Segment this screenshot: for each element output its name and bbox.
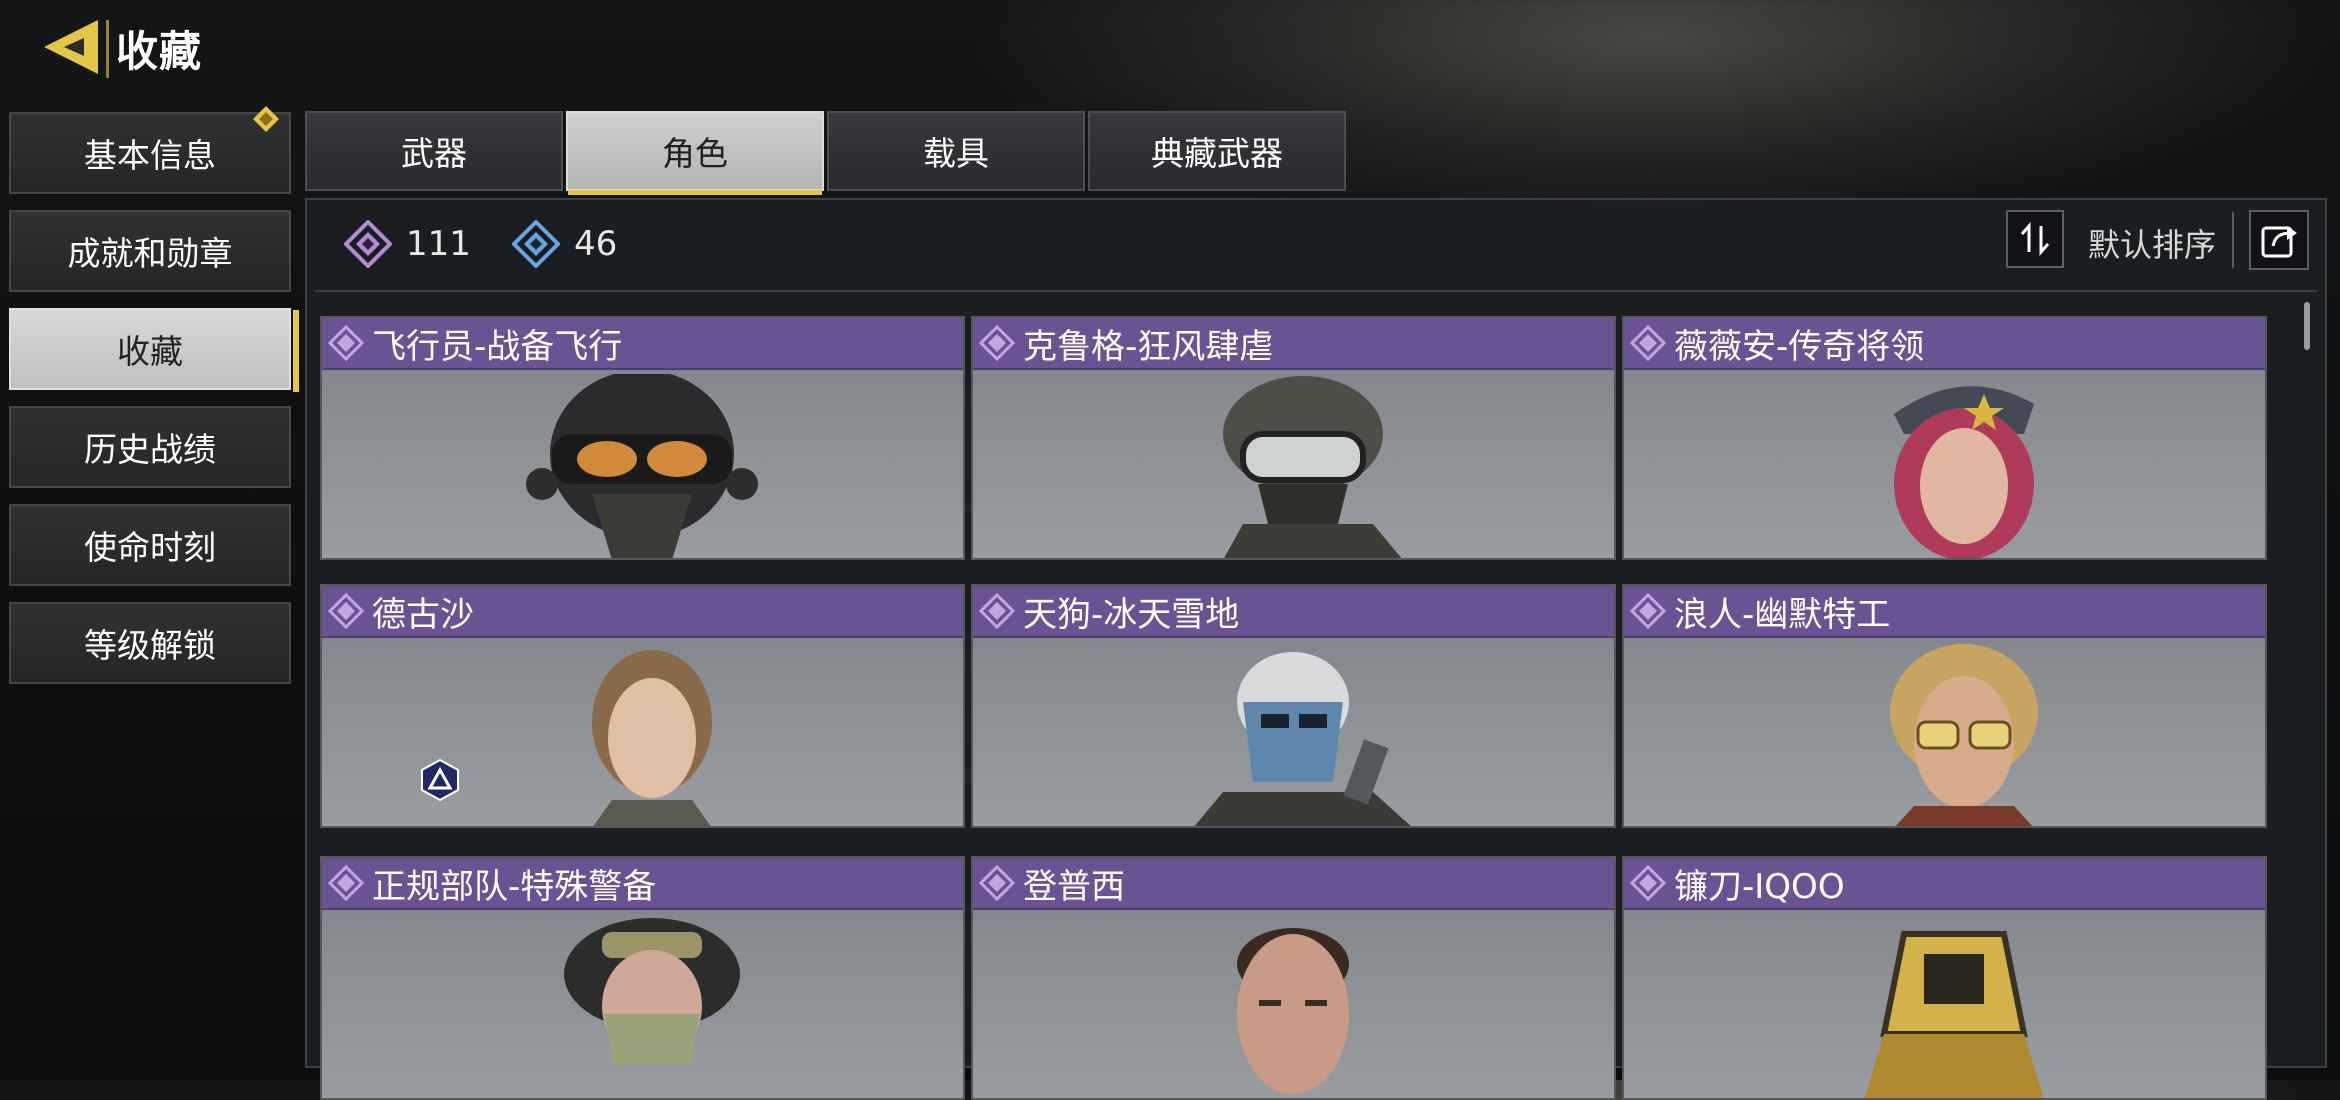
tab-label: 角色 bbox=[662, 134, 728, 173]
sort-label[interactable]: 默认排序 bbox=[2088, 220, 2216, 266]
rarity-diamond-icon bbox=[979, 325, 1015, 361]
page-title: 收藏 bbox=[116, 27, 203, 76]
card-header: 克鲁格-狂风肆虐 bbox=[973, 318, 1614, 370]
rarity-diamond-icon bbox=[1630, 865, 1666, 901]
rarity-diamond-icon bbox=[1630, 593, 1666, 629]
character-card[interactable]: 德古沙 bbox=[320, 584, 965, 828]
card-name: 正规部队-特殊警备 bbox=[372, 866, 657, 907]
purple-diamond-icon bbox=[344, 220, 392, 268]
tier-badge-icon bbox=[421, 758, 459, 802]
sidebar-item-collection[interactable]: 收藏 bbox=[9, 308, 299, 392]
card-name: 镰刀-IQOO bbox=[1674, 866, 1845, 907]
tab-label: 典藏武器 bbox=[1151, 134, 1283, 173]
card-header: 镰刀-IQOO bbox=[1624, 858, 2265, 910]
character-portrait-tengu bbox=[1194, 652, 1411, 826]
character-card[interactable]: 登普西 bbox=[971, 856, 1616, 1100]
card-header: 飞行员-战备飞行 bbox=[322, 318, 963, 370]
sidebar-item-achievements[interactable]: 成就和勋章 bbox=[9, 210, 291, 292]
tab-characters[interactable]: 角色 bbox=[566, 111, 824, 195]
currency-value: 111 bbox=[406, 224, 471, 264]
sidebar-item-label: 使命时刻 bbox=[84, 528, 216, 567]
rarity-diamond-icon bbox=[328, 593, 364, 629]
card-name: 飞行员-战备飞行 bbox=[372, 326, 623, 367]
card-header: 薇薇安-传奇将领 bbox=[1624, 318, 2265, 370]
rarity-diamond-icon bbox=[1630, 325, 1666, 361]
rarity-diamond-icon bbox=[328, 325, 364, 361]
character-card[interactable]: 正规部队-特殊警备 bbox=[320, 856, 965, 1100]
character-portrait-dempsey bbox=[1237, 928, 1349, 1094]
blue-diamond-icon bbox=[512, 220, 560, 268]
sidebar-item-mission-moments[interactable]: 使命时刻 bbox=[9, 504, 291, 586]
sidebar-item-label: 等级解锁 bbox=[84, 626, 216, 665]
tab-label: 载具 bbox=[923, 134, 989, 173]
sidebar-item-label: 收藏 bbox=[117, 332, 183, 371]
character-card[interactable]: 天狗-冰天雪地 bbox=[971, 584, 1616, 828]
character-card[interactable]: 薇薇安-传奇将领 bbox=[1622, 316, 2267, 560]
card-name: 德古沙 bbox=[372, 594, 474, 635]
share-button[interactable] bbox=[2249, 210, 2309, 270]
panel-divider bbox=[315, 290, 2317, 292]
card-header: 德古沙 bbox=[322, 586, 963, 638]
currency-blue: 46 bbox=[512, 220, 617, 268]
tab-classic-weapons[interactable]: 典藏武器 bbox=[1088, 111, 1346, 191]
card-name: 天狗-冰天雪地 bbox=[1023, 594, 1240, 635]
character-card[interactable]: 浪人-幽默特工 bbox=[1622, 584, 2267, 828]
sidebar-item-label: 历史战绩 bbox=[84, 430, 216, 469]
sidebar-item-history[interactable]: 历史战绩 bbox=[9, 406, 291, 488]
tab-vehicles[interactable]: 载具 bbox=[827, 111, 1085, 191]
character-portrait-ronin bbox=[1890, 644, 2038, 826]
card-name: 浪人-幽默特工 bbox=[1674, 594, 1891, 635]
character-portrait-vivian bbox=[1894, 386, 2034, 558]
character-card[interactable]: 克鲁格-狂风肆虐 bbox=[971, 316, 1616, 560]
card-header: 正规部队-特殊警备 bbox=[322, 858, 963, 910]
sidebar-item-basic-info[interactable]: 基本信息 bbox=[9, 112, 291, 194]
character-card[interactable]: 镰刀-IQOO bbox=[1622, 856, 2267, 1100]
sidebar-item-label: 基本信息 bbox=[84, 136, 216, 175]
share-icon bbox=[2261, 226, 2297, 258]
character-portrait-pilot bbox=[526, 374, 758, 558]
currency-purple: 111 bbox=[344, 220, 471, 268]
card-header: 登普西 bbox=[973, 858, 1614, 910]
card-name: 克鲁格-狂风肆虐 bbox=[1023, 326, 1274, 367]
rarity-diamond-icon bbox=[979, 865, 1015, 901]
rarity-diamond-icon bbox=[328, 865, 364, 901]
character-portrait-krueger bbox=[1223, 376, 1402, 558]
back-arrow-icon[interactable] bbox=[40, 16, 102, 78]
character-portrait-degusha bbox=[592, 650, 712, 826]
character-card[interactable]: 飞行员-战备飞行 bbox=[320, 316, 965, 560]
sidebar-item-level-unlocks[interactable]: 等级解锁 bbox=[9, 602, 291, 684]
tab-weapons[interactable]: 武器 bbox=[305, 111, 563, 191]
sort-toggle-button[interactable] bbox=[2006, 210, 2064, 268]
divider bbox=[2232, 212, 2234, 268]
title-separator bbox=[106, 20, 109, 78]
card-name: 登普西 bbox=[1023, 866, 1125, 907]
card-name: 薇薇安-传奇将领 bbox=[1674, 326, 1925, 367]
card-header: 浪人-幽默特工 bbox=[1624, 586, 2265, 638]
scrollbar[interactable] bbox=[2304, 302, 2310, 350]
sort-arrows-icon bbox=[2020, 222, 2050, 256]
currency-value: 46 bbox=[574, 224, 618, 264]
rarity-diamond-icon bbox=[979, 593, 1015, 629]
character-portrait-sickle-iqoo bbox=[1864, 931, 2044, 1098]
tab-label: 武器 bbox=[401, 134, 467, 173]
card-header: 天狗-冰天雪地 bbox=[973, 586, 1614, 638]
sidebar-item-label: 成就和勋章 bbox=[67, 234, 233, 273]
character-portrait-regular-forces bbox=[564, 918, 740, 1064]
new-badge-icon bbox=[253, 106, 279, 132]
